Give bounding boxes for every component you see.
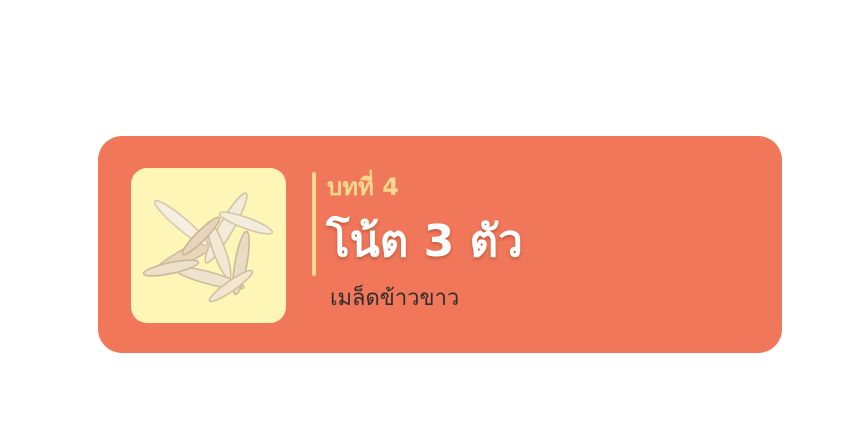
title-divider xyxy=(312,172,316,276)
rice-grains-icon xyxy=(142,192,274,303)
lesson-title: โน้ต 3 ตัว xyxy=(326,216,523,267)
lesson-number: บทที่ 4 xyxy=(327,173,399,201)
lesson-card[interactable]: บทที่ 4 โน้ต 3 ตัว เมล็ดข้าวขาว xyxy=(98,136,782,353)
lesson-subtitle: เมล็ดข้าวขาว xyxy=(330,286,460,311)
lesson-thumbnail xyxy=(131,168,286,323)
